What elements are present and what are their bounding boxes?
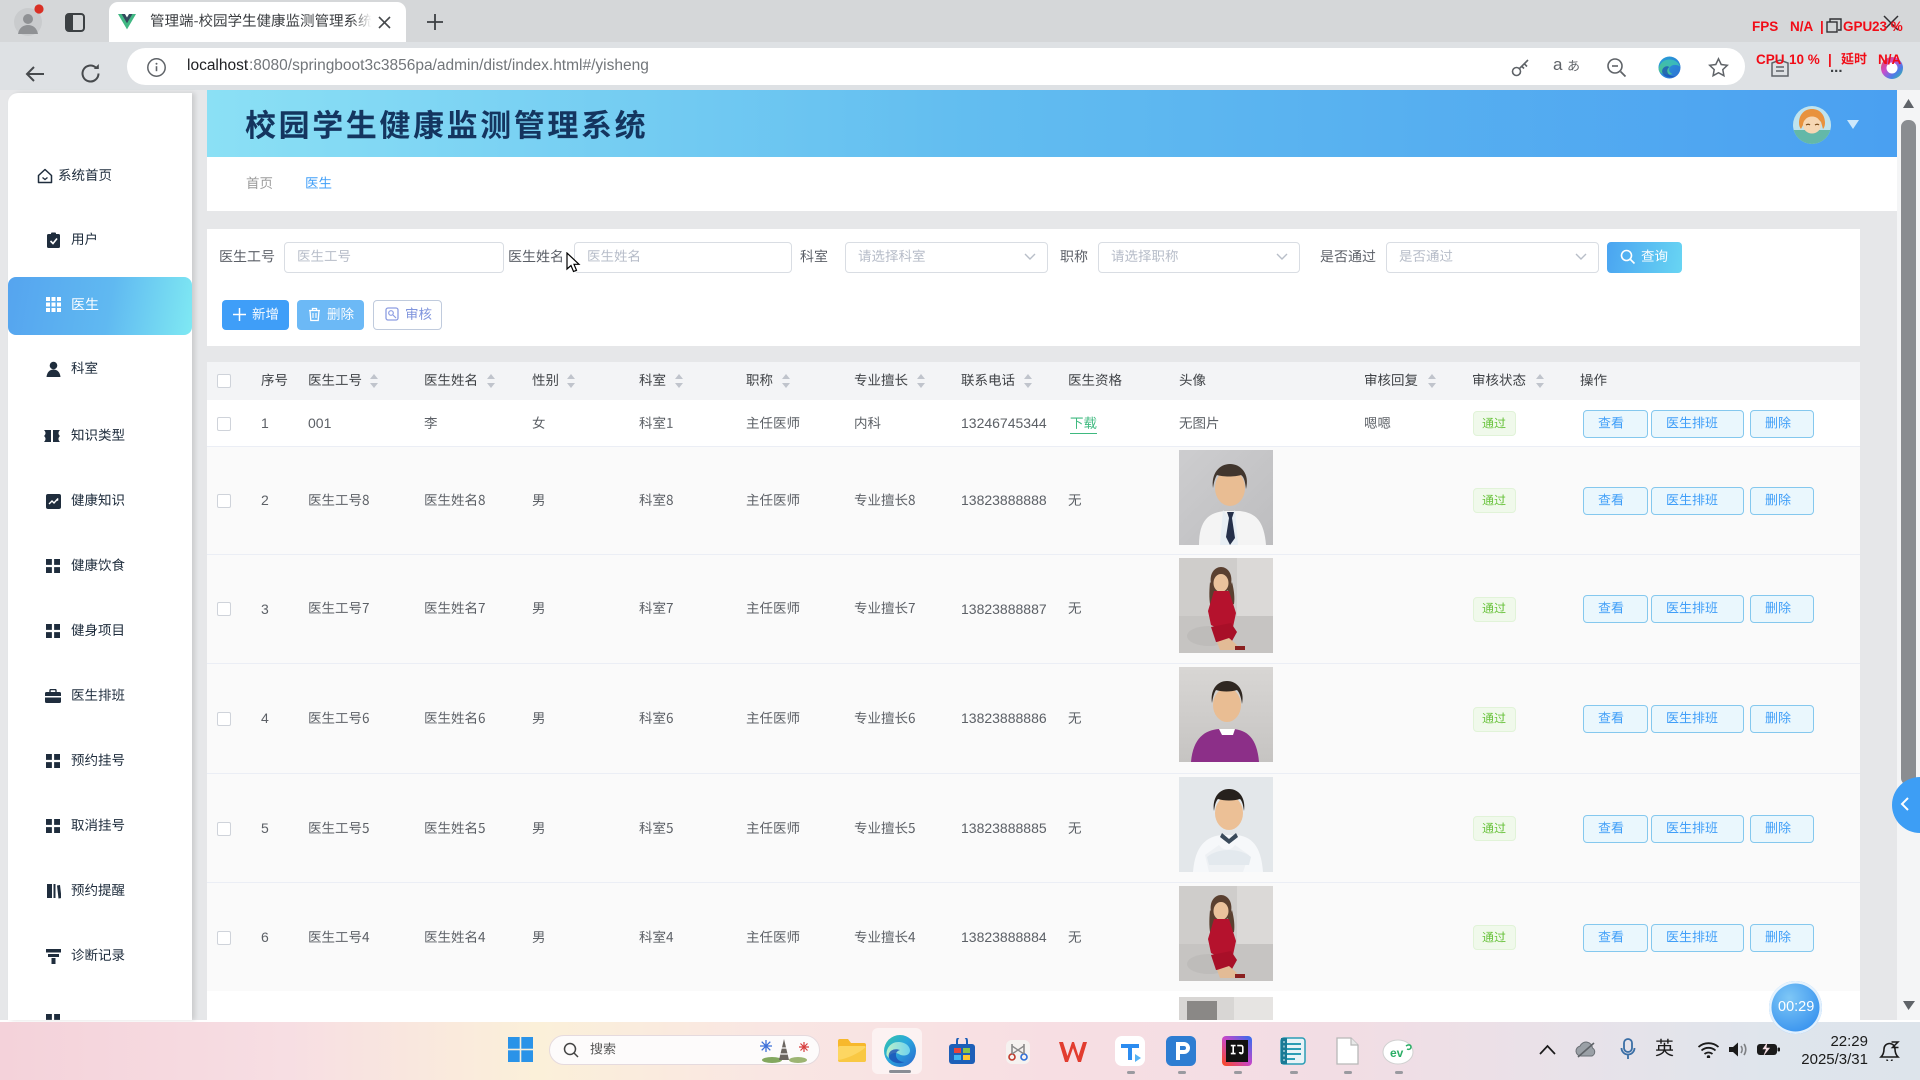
- svg-text:ev: ev: [1390, 1046, 1404, 1060]
